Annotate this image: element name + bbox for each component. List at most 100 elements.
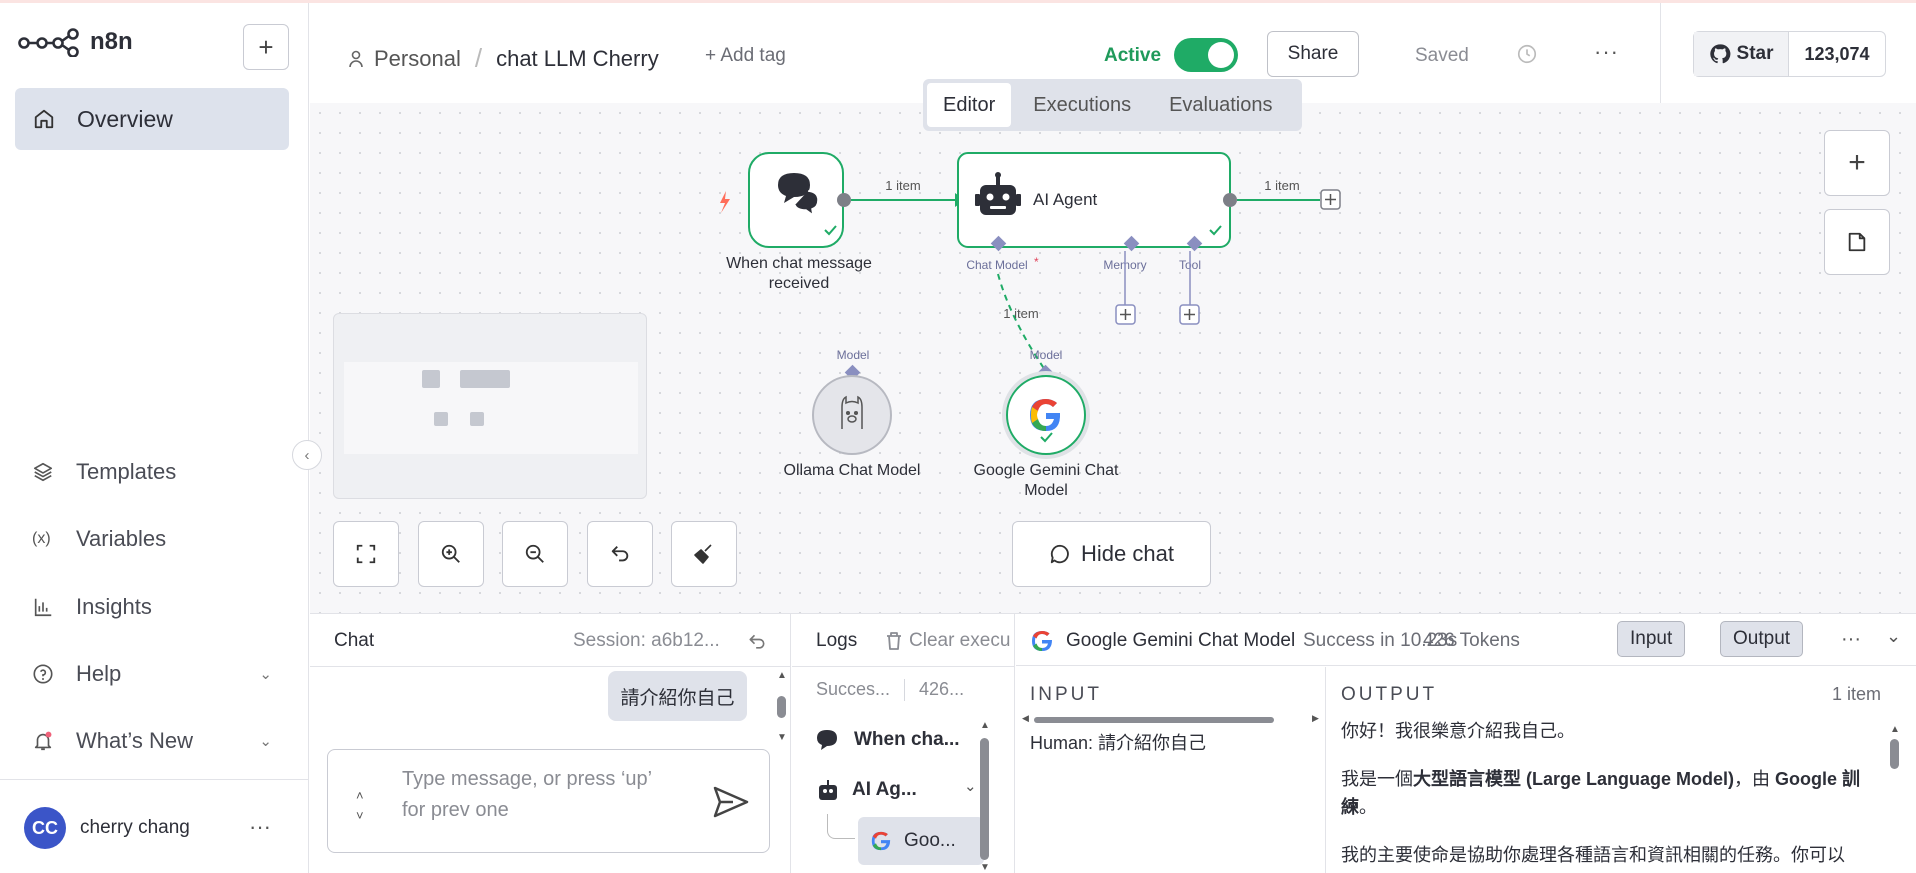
github-icon — [1709, 44, 1730, 64]
help-icon — [33, 664, 53, 684]
scroll-left-icon[interactable]: ◀ — [1022, 713, 1029, 724]
sidebar-item-variables[interactable]: (x) Variables — [32, 526, 272, 552]
sidebar-item-whats-new[interactable]: What’s New ⌄ — [32, 728, 272, 754]
add-sticky-note-button[interactable] — [1824, 209, 1890, 275]
logs-tokens: 426... — [919, 679, 965, 699]
input-column: INPUT ◀ ▶ Human: 請介紹你自己 — [1016, 667, 1326, 873]
reset-session-icon[interactable] — [747, 632, 767, 652]
tidy-up-button[interactable] — [671, 521, 737, 587]
tab-editor[interactable]: Editor — [927, 83, 1012, 127]
chat-icon — [1050, 544, 1069, 564]
chat-input[interactable]: ˄ ˅ Type message, or press ‘up’ for prev … — [327, 749, 770, 853]
logs-scrollbar[interactable] — [980, 738, 989, 860]
more-options-icon[interactable]: ··· — [1594, 39, 1619, 65]
log-row-agent[interactable]: AI Ag... ⌄ — [816, 777, 986, 801]
zoom-out-icon — [525, 544, 544, 563]
brand-name: n8n — [90, 28, 133, 55]
history-nav-icon[interactable]: ˄ ˅ — [356, 786, 364, 826]
view-tabs: Editor Executions Evaluations — [923, 79, 1302, 131]
robot-icon — [819, 780, 837, 800]
scroll-up-icon[interactable]: ▲ — [777, 670, 787, 681]
user-menu[interactable]: CC cherry chang ··· — [0, 779, 309, 873]
gemini-node-label: Google Gemini Chat Model — [973, 462, 1119, 499]
zoom-in-button[interactable] — [418, 521, 484, 587]
zoom-out-button[interactable] — [502, 521, 568, 587]
sidebar-item-label: Insights — [76, 594, 152, 619]
github-star-button[interactable]: Star — [1694, 32, 1789, 76]
github-star-label: Star — [1736, 43, 1774, 64]
minimap-viewport — [344, 362, 638, 454]
trigger-output-port — [837, 193, 851, 207]
active-toggle[interactable] — [1174, 38, 1238, 72]
sticky-note-icon — [1848, 232, 1866, 252]
create-new-button[interactable]: + — [243, 24, 289, 70]
user-icon — [349, 50, 363, 67]
log-row-trigger[interactable]: When cha... — [816, 729, 960, 751]
share-button[interactable]: Share — [1267, 31, 1359, 77]
more-options-icon[interactable]: ··· — [249, 814, 271, 840]
hide-chat-button[interactable]: Hide chat — [1012, 521, 1211, 587]
minimap[interactable] — [333, 313, 647, 499]
fullscreen-icon — [356, 544, 376, 564]
svg-text:*: * — [1034, 255, 1039, 269]
google-g-icon — [1032, 631, 1052, 651]
sidebar-item-label: Templates — [76, 459, 177, 484]
log-row-gemini[interactable]: Goo... — [858, 817, 984, 865]
reset-zoom-button[interactable] — [587, 521, 653, 587]
chat-message: 請介紹你自己 — [608, 671, 747, 721]
sidebar-item-help[interactable]: Help ⌄ — [32, 661, 272, 687]
edge-label: 1 item — [1264, 178, 1299, 193]
logs-status: Succes... — [816, 679, 891, 699]
scroll-up-icon[interactable]: ▲ — [1890, 724, 1900, 735]
item-count: 1 item — [1831, 684, 1881, 704]
log-row-label: AI Ag... — [852, 779, 917, 800]
input-h-scrollbar[interactable] — [1034, 717, 1274, 723]
sidebar-item-templates[interactable]: Templates — [32, 459, 272, 485]
scroll-down-icon[interactable]: ▼ — [777, 732, 787, 743]
collapse-sidebar-button[interactable]: ‹ — [292, 440, 322, 470]
more-options-icon[interactable]: ··· — [1841, 628, 1861, 651]
avatar[interactable]: CC — [24, 807, 66, 849]
minimap-node — [470, 412, 484, 426]
collapse-panel-icon[interactable]: ⌄ — [1886, 626, 1901, 647]
active-label: Active — [1104, 45, 1162, 66]
project-link[interactable]: Personal — [374, 46, 461, 72]
broom-icon — [694, 544, 712, 564]
add-tag-button[interactable]: + Add tag — [705, 45, 786, 67]
add-node-button[interactable]: + — [1824, 130, 1890, 196]
saved-status: Saved — [1415, 45, 1469, 66]
home-icon — [34, 109, 54, 129]
input-label: INPUT — [1030, 684, 1102, 705]
output-scrollbar[interactable] — [1890, 739, 1899, 769]
github-star-widget[interactable]: Star 123,074 — [1693, 31, 1886, 77]
chat-scrollbar[interactable] — [777, 696, 786, 718]
undo-icon — [611, 546, 629, 562]
chevron-down-icon[interactable]: ⌄ — [964, 777, 977, 795]
header-divider — [1660, 3, 1661, 103]
tab-evaluations[interactable]: Evaluations — [1153, 83, 1288, 127]
sidebar-item-insights[interactable]: Insights — [32, 594, 272, 620]
workflow-name[interactable]: chat LLM Cherry — [496, 46, 659, 72]
node-details-header: Google Gemini Chat Model Success in 10.2… — [1016, 614, 1916, 666]
sidebar-item-label: Help — [76, 661, 122, 686]
send-icon[interactable] — [713, 786, 749, 818]
fit-view-button[interactable] — [333, 521, 399, 587]
scroll-right-icon[interactable]: ▶ — [1312, 713, 1319, 724]
output-paragraph: 我是一個大型語言模型 (Large Language Model)，由 Goog… — [1341, 769, 1861, 817]
logs-summary: Succes... 426... — [816, 679, 964, 701]
clear-execution-button[interactable]: Clear execu — [885, 630, 1010, 652]
trigger-node-label: When chat message received — [726, 255, 872, 292]
chevron-down-icon: ⌄ — [259, 666, 272, 683]
scroll-up-icon[interactable]: ▲ — [980, 720, 990, 731]
edge-label: 1 item — [1003, 306, 1038, 321]
input-toggle-button[interactable]: Input — [1617, 621, 1686, 657]
scroll-down-icon[interactable]: ▼ — [980, 862, 990, 873]
brand[interactable]: n8n — [18, 27, 133, 57]
node-token-count: 426 Tokens — [1423, 630, 1520, 651]
history-icon[interactable] — [1516, 43, 1538, 65]
sidebar-item-overview[interactable]: Overview — [15, 88, 289, 150]
node-title: Google Gemini Chat Model — [1066, 630, 1296, 651]
agent-output-port — [1223, 193, 1237, 207]
output-toggle-button[interactable]: Output — [1720, 621, 1804, 657]
tab-executions[interactable]: Executions — [1017, 83, 1147, 127]
